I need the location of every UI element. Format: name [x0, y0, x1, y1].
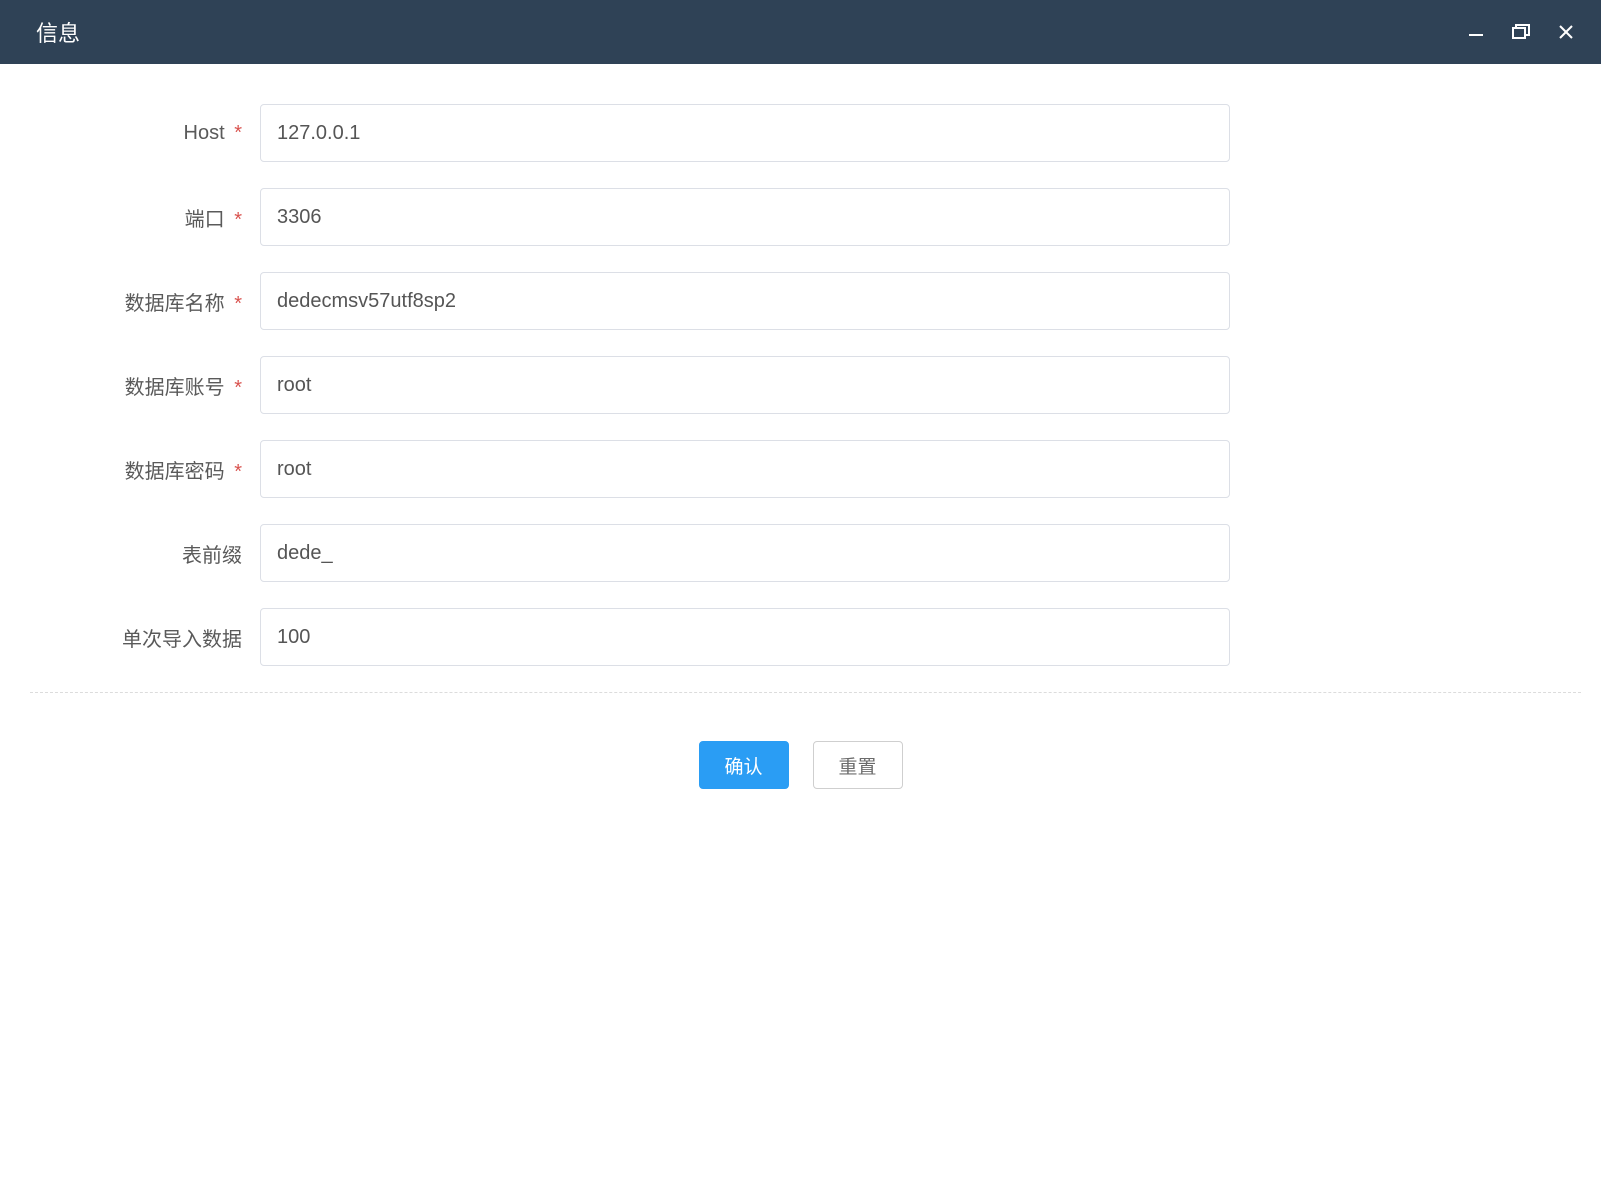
titlebar: 信息 — [0, 0, 1601, 64]
dbuser-input[interactable] — [260, 356, 1230, 414]
label-port-text: 端口 — [185, 209, 225, 231]
window-title: 信息 — [36, 16, 80, 48]
form-row-dbname: 数据库名称 * — [30, 272, 1571, 330]
required-marker: * — [234, 209, 242, 231]
button-row: 确认 重置 — [0, 693, 1601, 837]
required-marker: * — [234, 122, 242, 144]
tableprefix-input[interactable] — [260, 524, 1230, 582]
label-dbpassword: 数据库密码 * — [30, 455, 260, 484]
required-marker: * — [234, 461, 242, 483]
label-tableprefix: 表前缀 — [30, 539, 260, 568]
minimize-icon[interactable] — [1467, 23, 1485, 41]
form-row-dbpassword: 数据库密码 * — [30, 440, 1571, 498]
batchsize-input[interactable] — [260, 608, 1230, 666]
dbname-input[interactable] — [260, 272, 1230, 330]
host-input[interactable] — [260, 104, 1230, 162]
label-port: 端口 * — [30, 203, 260, 232]
label-host: Host * — [30, 122, 260, 145]
label-dbpassword-text: 数据库密码 — [125, 461, 225, 483]
form-area: Host * 端口 * 数据库名称 * 数据库账号 * — [0, 64, 1601, 666]
label-dbname: 数据库名称 * — [30, 287, 260, 316]
form-row-port: 端口 * — [30, 188, 1571, 246]
port-input[interactable] — [260, 188, 1230, 246]
label-dbuser-text: 数据库账号 — [125, 377, 225, 399]
form-row-batchsize: 单次导入数据 — [30, 608, 1571, 666]
required-marker: * — [234, 377, 242, 399]
confirm-button[interactable]: 确认 — [699, 741, 789, 789]
label-host-text: Host — [184, 122, 225, 144]
dbpassword-input[interactable] — [260, 440, 1230, 498]
close-icon[interactable] — [1557, 23, 1575, 41]
label-dbuser: 数据库账号 * — [30, 371, 260, 400]
window-controls — [1467, 23, 1575, 41]
label-batchsize-text: 单次导入数据 — [122, 629, 242, 651]
form-row-dbuser: 数据库账号 * — [30, 356, 1571, 414]
label-tableprefix-text: 表前缀 — [182, 545, 242, 567]
label-batchsize: 单次导入数据 — [30, 623, 260, 652]
form-row-tableprefix: 表前缀 — [30, 524, 1571, 582]
required-marker: * — [234, 293, 242, 315]
label-dbname-text: 数据库名称 — [125, 293, 225, 315]
reset-button[interactable]: 重置 — [813, 741, 903, 789]
form-row-host: Host * — [30, 104, 1571, 162]
maximize-icon[interactable] — [1511, 23, 1531, 41]
